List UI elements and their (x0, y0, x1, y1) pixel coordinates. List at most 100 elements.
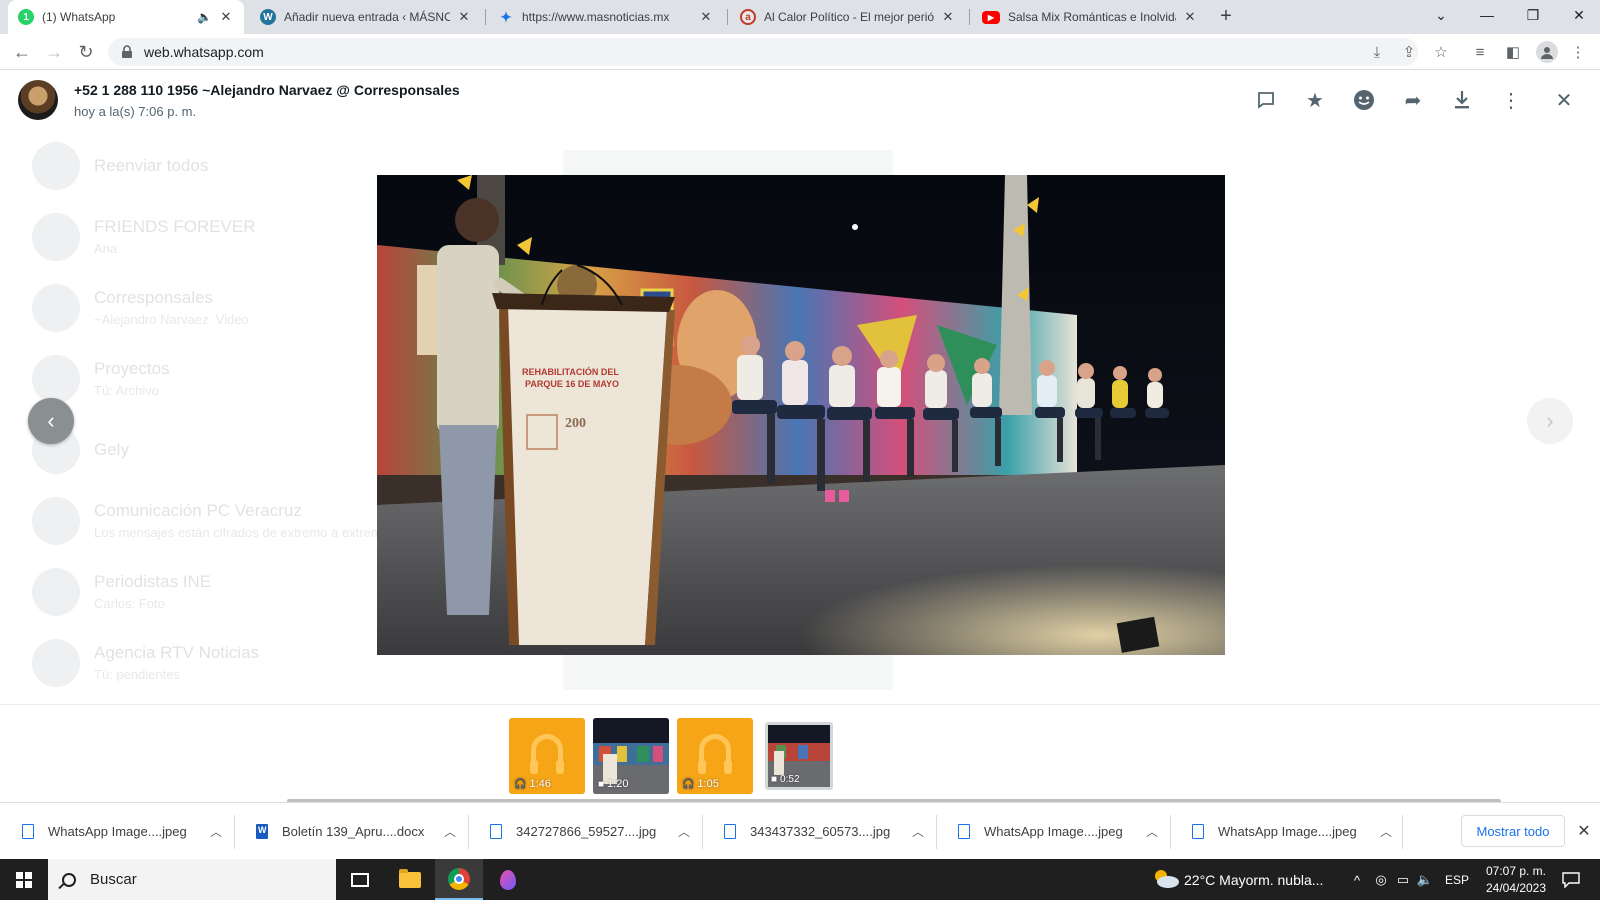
thumbnail-duration: 1:46 (529, 778, 551, 790)
thumbnail-video[interactable]: ■ 1:20 (593, 718, 669, 794)
meet-now-icon[interactable]: ◎ (1372, 871, 1390, 889)
side-panel-icon[interactable]: ◧ (1503, 42, 1523, 62)
close-tab-icon[interactable]: ✕ (940, 9, 956, 25)
image-file-icon (958, 824, 970, 839)
emoji-react-icon[interactable] (1352, 88, 1376, 112)
list-item: Reenviar todos (20, 130, 380, 201)
chevron-up-icon[interactable]: ︿ (674, 823, 694, 840)
profile-avatar[interactable] (1536, 41, 1558, 63)
forward-icon[interactable]: ➦ (1401, 88, 1425, 112)
volume-icon[interactable]: 🔈 (1416, 871, 1434, 889)
image-file-icon (1192, 824, 1204, 839)
star-icon[interactable]: ★ (1303, 88, 1327, 112)
task-view-button[interactable] (336, 859, 384, 900)
thumbnail-audio[interactable]: 🎧 1:05 (677, 718, 753, 794)
video-camera-icon: ■ (771, 774, 778, 785)
browser-menu-icon[interactable]: ⋮ (1568, 42, 1588, 62)
chevron-up-icon[interactable]: ︿ (1376, 823, 1396, 840)
podium-title-line-1: REHABILITACIÓN DEL (522, 366, 619, 377)
media-viewer: Reenviar todos FRIENDS FOREVER Ana Corres… (0, 70, 1600, 802)
download-item[interactable]: 343437332_60573....jpg ︿ (702, 803, 928, 860)
chevron-up-icon[interactable]: ︿ (440, 823, 460, 840)
avatar (32, 638, 80, 687)
restore-button[interactable]: ❐ (1510, 0, 1556, 30)
more-options-icon[interactable]: ⋮ (1499, 88, 1523, 112)
reload-button[interactable]: ↻ (74, 40, 98, 64)
browser-tabstrip: 1 (1) WhatsApp 🔈 ✕ W Añadir nueva entrad… (0, 0, 1600, 34)
new-tab-button[interactable]: + (1216, 6, 1236, 27)
weather-text[interactable]: 22°C Mayorm. nubla... (1184, 859, 1323, 900)
bookmark-star-icon[interactable]: ☆ (1431, 42, 1451, 62)
download-item[interactable]: 342727866_59527....jpg ︿ (468, 803, 694, 860)
close-window-button[interactable]: ✕ (1556, 0, 1600, 30)
word-file-icon (256, 824, 268, 839)
video-camera-icon: ■ (598, 778, 605, 790)
notifications-icon[interactable] (1560, 871, 1582, 889)
network-icon[interactable]: ▭ (1394, 871, 1412, 889)
list-item: Proyectos Tú: Archivo (20, 343, 380, 414)
download-icon[interactable] (1450, 88, 1474, 112)
taskbar-search-box[interactable]: Buscar (48, 859, 336, 900)
start-button[interactable] (0, 859, 48, 900)
podium-title-line-2: PARQUE 16 DE MAYO (525, 379, 619, 389)
list-item: Agencia RTV Noticias Tú: pendientes (20, 627, 380, 698)
list-item: Comunicación PC Veracruz Los mensajes est… (20, 485, 389, 556)
tab-masnoticias[interactable]: ✦ https://www.masnoticias.mx ✕ (488, 0, 724, 34)
podium-badge: 200 (565, 416, 586, 431)
reading-list-icon[interactable]: ≡ (1470, 42, 1490, 62)
previous-media-button[interactable]: ‹ (28, 398, 74, 444)
weather-cloud-icon[interactable] (1152, 869, 1180, 889)
tab-wordpress[interactable]: W Añadir nueva entrada ‹ MÁSNOTICIAS ✕ (250, 0, 482, 34)
install-app-icon[interactable]: ⤓ (1367, 42, 1387, 62)
media-photo[interactable]: REHABILITACIÓN DEL PARQUE 16 DE MAYO 200 (377, 175, 1225, 655)
speaker-icon[interactable]: 🔈 (197, 10, 212, 24)
file-explorer-button[interactable] (386, 859, 434, 900)
close-tab-icon[interactable]: ✕ (1182, 9, 1198, 25)
close-tab-icon[interactable]: ✕ (698, 9, 714, 25)
next-media-button[interactable]: › (1527, 398, 1573, 444)
chevron-up-icon[interactable]: ^ (1348, 871, 1366, 889)
show-all-downloads-button[interactable]: Mostrar todo (1461, 815, 1565, 847)
chevron-up-icon[interactable]: ︿ (908, 823, 928, 840)
windows-taskbar: Buscar 22°C Mayorm. nubla... ^ ◎ ▭ 🔈 ESP… (0, 859, 1600, 900)
loading-icon: ✦ (500, 8, 512, 25)
download-item[interactable]: WhatsApp Image....jpeg ︿ (0, 803, 226, 860)
tab-alcalor[interactable]: a Al Calor Político - El mejor periódico… (730, 0, 966, 34)
list-item: FRIENDS FOREVER Ana (20, 201, 380, 272)
download-item[interactable]: Boletín 139_Apru....docx ︿ (234, 803, 460, 860)
close-tab-icon[interactable]: ✕ (218, 9, 234, 25)
go-to-message-icon[interactable] (1254, 88, 1278, 112)
close-viewer-icon[interactable]: ✕ (1552, 88, 1576, 112)
close-tab-icon[interactable]: ✕ (456, 9, 472, 25)
headphones-icon (530, 734, 564, 774)
url-text[interactable]: web.whatsapp.com (144, 44, 264, 60)
downloads-bar: WhatsApp Image....jpeg ︿ Boletín 139_Apr… (0, 802, 1600, 859)
tab-search-icon[interactable]: ⌄ (1418, 0, 1464, 30)
download-item[interactable]: WhatsApp Image....jpeg ︿ (936, 803, 1162, 860)
chevron-up-icon[interactable]: ︿ (206, 823, 226, 840)
youtube-icon: ▶ (982, 10, 1000, 24)
tab-whatsapp[interactable]: 1 (1) WhatsApp 🔈 ✕ (8, 0, 244, 34)
task-view-icon (351, 872, 369, 887)
image-file-icon (724, 824, 736, 839)
thumbnail-audio[interactable]: 🎧 1:46 (509, 718, 585, 794)
lock-icon[interactable] (120, 45, 134, 59)
close-downloads-icon[interactable]: ✕ (1574, 821, 1594, 841)
tab-youtube[interactable]: ▶ Salsa Mix Románticas e Inolvidables ✕ (972, 0, 1208, 34)
avatar (32, 212, 80, 261)
share-icon[interactable]: ⇪ (1399, 42, 1419, 62)
language-indicator[interactable]: ESP (1445, 859, 1469, 900)
avatar (32, 567, 80, 616)
thumbnail-video-selected[interactable]: ■ 0:52 (765, 722, 833, 790)
minimize-button[interactable]: — (1464, 0, 1510, 30)
back-button[interactable]: ← (10, 40, 34, 64)
taskbar-clock[interactable]: 07:07 p. m. 24/04/2023 (1481, 863, 1551, 897)
download-item[interactable]: WhatsApp Image....jpeg ︿ (1170, 803, 1396, 860)
avatar[interactable] (18, 80, 58, 120)
chrome-taskbar-button[interactable] (435, 859, 483, 900)
chevron-up-icon[interactable]: ︿ (1142, 823, 1162, 840)
address-bar[interactable]: web.whatsapp.com (108, 38, 1418, 66)
forward-button[interactable]: → (42, 40, 66, 64)
message-timestamp: hoy a la(s) 7:06 p. m. (74, 104, 197, 119)
app-taskbar-button[interactable] (484, 859, 532, 900)
